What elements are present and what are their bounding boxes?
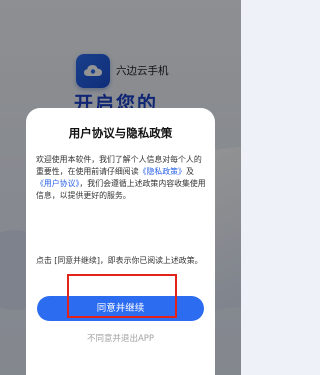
dialog-consent-note: 点击 [同意并继续]，即表示你已阅读上述政策。 bbox=[36, 256, 203, 265]
privacy-dialog: 用户协议与隐私政策 欢迎使用本软件，我们了解个人信息对每个人的重要性，在使用前请… bbox=[26, 108, 215, 375]
disagree-exit-button[interactable]: 不同意并退出APP bbox=[26, 332, 215, 344]
dialog-body: 欢迎使用本软件，我们了解个人信息对每个人的重要性，在使用前请仔细阅读《隐私政策》… bbox=[36, 154, 206, 202]
privacy-policy-link[interactable]: 《隐私政策》 bbox=[139, 167, 186, 176]
agree-continue-button[interactable]: 同意并继续 bbox=[37, 296, 204, 321]
dialog-body-and: 及 bbox=[185, 167, 194, 176]
dialog-title: 用户协议与隐私政策 bbox=[68, 126, 173, 140]
splash-screen: 六边云手机 开启您的 用户协议与隐私政策 欢迎使用本软件，我们了解个人信息对每个… bbox=[0, 0, 241, 375]
user-agreement-link[interactable]: 《用户协议》 bbox=[36, 179, 79, 188]
